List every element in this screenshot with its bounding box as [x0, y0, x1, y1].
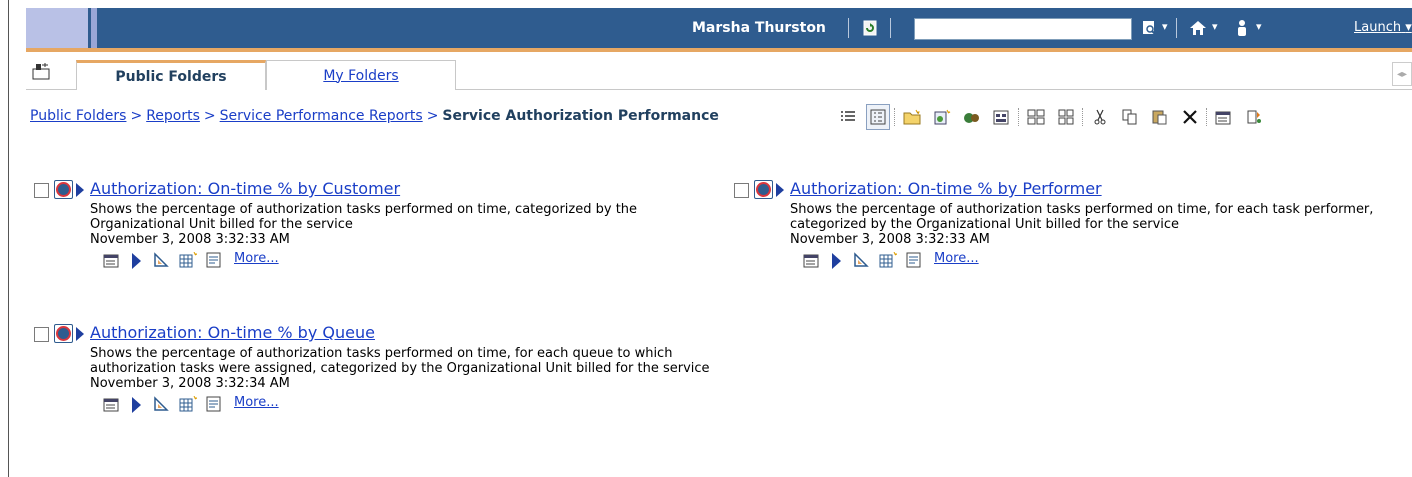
properties-icon[interactable]	[1212, 104, 1236, 130]
report-entry: Authorization: On-time % by Customer Sho…	[34, 179, 734, 272]
tab-label: Public Folders	[115, 68, 227, 85]
report-view-icon[interactable]	[54, 324, 73, 343]
report-timestamp: November 3, 2008 3:32:33 AM	[790, 232, 990, 247]
toolbar-separator	[1018, 108, 1019, 126]
cut-icon[interactable]	[1088, 104, 1112, 130]
top-banner: Marsha Thurston ▾ ▾ ▾ Launch ▾	[26, 8, 1412, 48]
run-with-options-icon[interactable]	[132, 253, 141, 269]
folder-tree-icon[interactable]	[30, 60, 52, 82]
more-link[interactable]: More...	[934, 251, 979, 266]
properties-icon[interactable]	[102, 250, 122, 270]
report-description: Shows the percentage of authorization ta…	[90, 346, 710, 376]
new-folder-icon[interactable]	[900, 104, 924, 130]
tab-public-folders[interactable]: Public Folders	[76, 60, 266, 90]
entry-checkbox[interactable]	[734, 183, 749, 198]
run-with-options-icon[interactable]	[132, 397, 141, 413]
user-name: Marsha Thurston	[692, 20, 826, 36]
open-analysis-icon[interactable]	[178, 250, 198, 270]
report-view-icon[interactable]	[54, 180, 73, 199]
banner-separator	[848, 18, 849, 38]
breadcrumb-separator: >	[426, 108, 439, 124]
report-title-link[interactable]: Authorization: On-time % by Queue	[90, 323, 375, 342]
edit-report-icon[interactable]	[152, 394, 172, 414]
breadcrumb-reports[interactable]: Reports	[146, 108, 200, 124]
refresh-icon[interactable]	[860, 18, 880, 38]
entry-checkbox[interactable]	[34, 327, 49, 342]
report-description: Shows the percentage of authorization ta…	[790, 202, 1374, 232]
report-title-link[interactable]: Authorization: On-time % by Performer	[790, 179, 1102, 198]
run-arrow-icon[interactable]	[776, 183, 784, 197]
new-job-icon[interactable]	[960, 104, 984, 130]
report-timestamp: November 3, 2008 3:32:33 AM	[90, 232, 290, 247]
properties-icon[interactable]	[802, 250, 822, 270]
breadcrumb-separator: >	[203, 108, 216, 124]
report-description: Shows the percentage of authorization ta…	[90, 202, 638, 232]
user-dropdown[interactable]: ▾	[1256, 20, 1262, 33]
banner-separator	[1176, 18, 1177, 38]
order-icon[interactable]	[1024, 104, 1048, 130]
report-entry: Authorization: On-time % by Queue Shows …	[34, 323, 734, 416]
entry-actions: More...	[790, 250, 1412, 272]
report-timestamp: November 3, 2008 3:32:34 AM	[90, 376, 290, 391]
report-title-link[interactable]: Authorization: On-time % by Customer	[90, 179, 400, 198]
folder-tabs: Public Folders My Folders ◂▸	[26, 56, 1412, 90]
report-entry: Authorization: On-time % by Performer Sh…	[734, 179, 1412, 272]
new-report-icon[interactable]	[930, 104, 954, 130]
new-page-icon[interactable]	[990, 104, 1014, 130]
launch-label: Launch	[1354, 20, 1402, 35]
edit-report-icon[interactable]	[152, 250, 172, 270]
tabs-scroll-arrows[interactable]: ◂▸	[1392, 62, 1412, 86]
banner-home-tab[interactable]	[26, 8, 88, 48]
breadcrumb-current: Service Authorization Performance	[442, 108, 719, 124]
banner-separator	[890, 18, 891, 38]
run-with-options-icon[interactable]	[832, 253, 841, 269]
run-arrow-icon[interactable]	[76, 327, 84, 341]
open-analysis-icon[interactable]	[878, 250, 898, 270]
search-input[interactable]	[914, 18, 1132, 40]
launch-menu[interactable]: Launch ▾	[1354, 20, 1412, 35]
page-left-rule	[8, 0, 9, 477]
breadcrumb-separator: >	[130, 108, 143, 124]
toolbar-separator	[1206, 108, 1207, 126]
set-properties-icon[interactable]	[1242, 104, 1266, 130]
home-dropdown[interactable]: ▾	[1212, 20, 1218, 33]
banner-tab-divider	[91, 8, 97, 48]
more-link[interactable]: More...	[234, 395, 279, 410]
run-arrow-icon[interactable]	[76, 183, 84, 197]
launch-dropdown-glyph: ▾	[1405, 20, 1412, 35]
view-versions-icon[interactable]	[904, 250, 924, 270]
details-view-icon[interactable]	[866, 104, 890, 130]
tab-label: My Folders	[323, 67, 399, 84]
more-link[interactable]: More...	[234, 251, 279, 266]
breadcrumb: Public Folders > Reports > Service Performan…	[30, 108, 719, 124]
group-icon[interactable]	[1054, 104, 1078, 130]
breadcrumb-service-performance-reports[interactable]: Service Performance Reports	[220, 108, 423, 124]
toolbar-separator	[1082, 108, 1083, 126]
edit-report-icon[interactable]	[852, 250, 872, 270]
toolbar-separator	[894, 108, 895, 126]
home-icon[interactable]	[1188, 18, 1208, 38]
paste-icon[interactable]	[1148, 104, 1172, 130]
breadcrumb-public-folders[interactable]: Public Folders	[30, 108, 126, 124]
properties-icon[interactable]	[102, 394, 122, 414]
entry-checkbox[interactable]	[34, 183, 49, 198]
banner-accent-line	[26, 48, 1412, 52]
list-view-icon[interactable]	[836, 104, 860, 130]
entry-actions: More...	[90, 394, 734, 416]
delete-icon[interactable]	[1178, 104, 1202, 130]
tab-my-folders[interactable]: My Folders	[266, 60, 456, 90]
view-versions-icon[interactable]	[204, 250, 224, 270]
user-icon[interactable]	[1232, 18, 1252, 38]
open-analysis-icon[interactable]	[178, 394, 198, 414]
copy-icon[interactable]	[1118, 104, 1142, 130]
view-versions-icon[interactable]	[204, 394, 224, 414]
entry-actions: More...	[90, 250, 734, 272]
search-options-icon[interactable]	[1140, 18, 1160, 38]
report-view-icon[interactable]	[754, 180, 773, 199]
search-options-dropdown[interactable]: ▾	[1162, 20, 1168, 33]
